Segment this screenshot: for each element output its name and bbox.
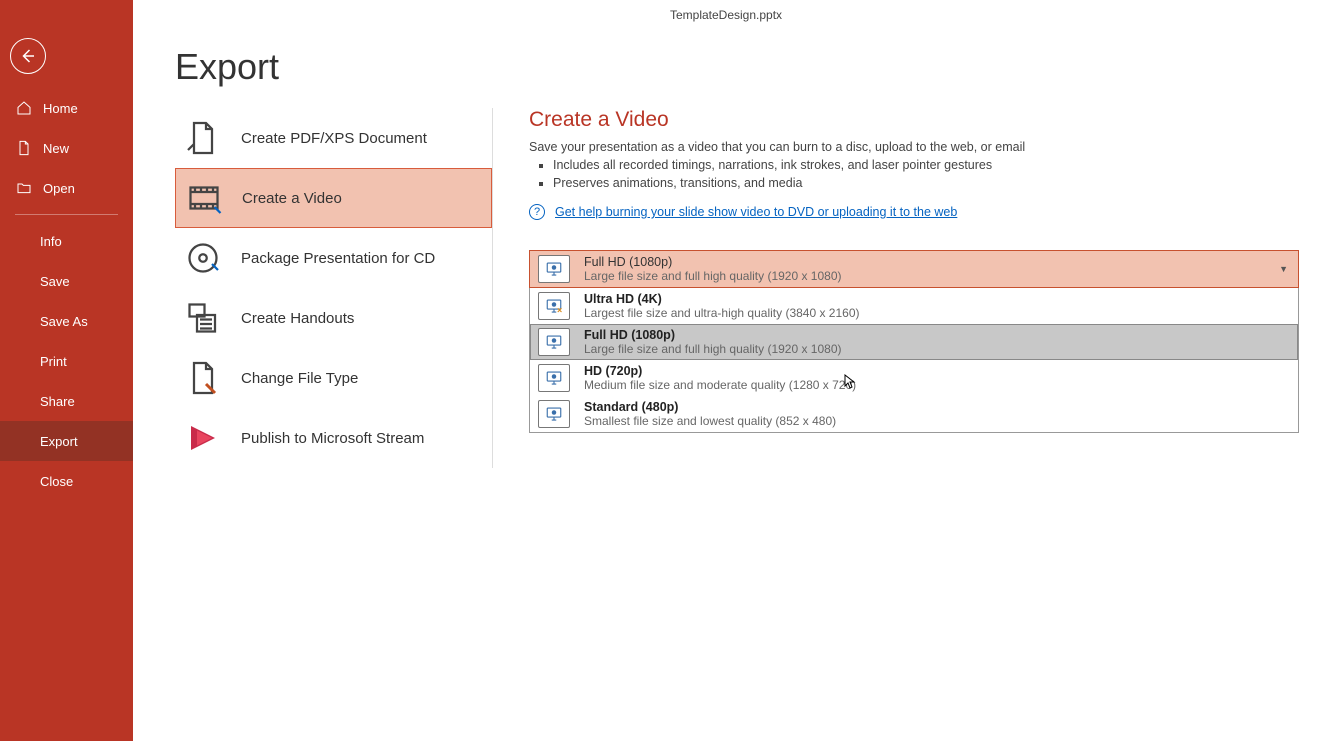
option-label: Publish to Microsoft Stream [241,430,424,447]
option-desc: Large file size and full high quality (1… [584,342,842,356]
option-desc: Smallest file size and lowest quality (8… [584,414,836,428]
monitor-icon [538,328,570,356]
export-options-list: Create PDF/XPS Document Create a Video P… [175,108,493,468]
quality-option-fullhd[interactable]: Full HD (1080p) Large file size and full… [530,324,1298,360]
handouts-icon [185,300,221,336]
panel-description: Save your presentation as a video that y… [529,140,1299,154]
sidebar-separator [15,214,118,215]
quality-option-hd[interactable]: HD (720p) Medium file size and moderate … [530,360,1298,396]
export-detail-panel: Create a Video Save your presentation as… [493,108,1319,468]
sidebar-item-share[interactable]: Share [0,381,133,421]
help-icon: ? [529,204,545,220]
quality-dropdown-list: Ultra HD (4K) Largest file size and ultr… [529,288,1299,433]
quality-dropdown: Full HD (1080p) Large file size and full… [529,250,1299,433]
option-label: Package Presentation for CD [241,250,435,267]
quality-dropdown-button[interactable]: Full HD (1080p) Large file size and full… [529,250,1299,288]
chevron-down-icon: ▼ [1279,264,1288,274]
sidebar-label: Open [43,181,75,196]
option-create-handouts[interactable]: Create Handouts [175,288,492,348]
video-icon [186,180,222,216]
backstage-sidebar: Home New Open Info Save Save As Print Sh… [0,0,133,741]
open-icon [15,180,33,196]
sidebar-label: Info [40,234,62,249]
document-title: TemplateDesign.pptx [670,8,782,22]
sidebar-item-close[interactable]: Close [0,461,133,501]
new-icon [15,140,33,156]
sidebar-item-save[interactable]: Save [0,261,133,301]
sidebar-label: Print [40,354,67,369]
stream-icon [185,420,221,456]
filetype-icon [185,360,221,396]
bullet-item: Preserves animations, transitions, and m… [553,176,1299,190]
dropdown-selected-desc: Large file size and full high quality (1… [584,269,842,283]
option-publish-stream[interactable]: Publish to Microsoft Stream [175,408,492,468]
option-label: Change File Type [241,370,358,387]
sidebar-item-print[interactable]: Print [0,341,133,381]
main-area: TemplateDesign.pptx Export Create PDF/XP… [133,0,1319,741]
sidebar-label: Close [40,474,73,489]
sidebar-item-info[interactable]: Info [0,221,133,261]
option-change-filetype[interactable]: Change File Type [175,348,492,408]
option-desc: Largest file size and ultra-high quality… [584,306,860,320]
help-link[interactable]: Get help burning your slide show video t… [555,205,957,219]
quality-option-standard[interactable]: Standard (480p) Smallest file size and l… [530,396,1298,432]
option-label: Create PDF/XPS Document [241,130,427,147]
sidebar-item-new[interactable]: New [0,128,133,168]
help-link-row: ? Get help burning your slide show video… [529,204,1299,220]
sidebar-label: Export [40,434,78,449]
monitor-icon [538,292,570,320]
titlebar: TemplateDesign.pptx [133,0,1319,30]
pdf-icon [185,120,221,156]
option-create-pdf[interactable]: Create PDF/XPS Document [175,108,492,168]
option-package-cd[interactable]: Package Presentation for CD [175,228,492,288]
sidebar-item-home[interactable]: Home [0,88,133,128]
back-button[interactable] [10,38,46,74]
quality-option-ultrahd[interactable]: Ultra HD (4K) Largest file size and ultr… [530,288,1298,324]
bullet-item: Includes all recorded timings, narration… [553,158,1299,172]
page-title: Export [175,46,1319,88]
option-title: HD (720p) [584,364,856,378]
option-title: Full HD (1080p) [584,328,842,342]
option-label: Create a Video [242,190,342,207]
sidebar-label: Home [43,101,78,116]
option-desc: Medium file size and moderate quality (1… [584,378,856,392]
option-create-video[interactable]: Create a Video [175,168,492,228]
sidebar-label: Save As [40,314,88,329]
cd-icon [185,240,221,276]
panel-bullets: Includes all recorded timings, narration… [553,158,1299,190]
sidebar-item-saveas[interactable]: Save As [0,301,133,341]
option-title: Standard (480p) [584,400,836,414]
dropdown-selected-title: Full HD (1080p) [584,255,842,269]
option-title: Ultra HD (4K) [584,292,860,306]
sidebar-label: Save [40,274,70,289]
option-label: Create Handouts [241,310,354,327]
monitor-icon [538,400,570,428]
sidebar-item-export[interactable]: Export [0,421,133,461]
sidebar-label: Share [40,394,75,409]
monitor-icon [538,255,570,283]
monitor-icon [538,364,570,392]
panel-heading: Create a Video [529,108,1299,132]
sidebar-label: New [43,141,69,156]
home-icon [15,100,33,116]
sidebar-item-open[interactable]: Open [0,168,133,208]
